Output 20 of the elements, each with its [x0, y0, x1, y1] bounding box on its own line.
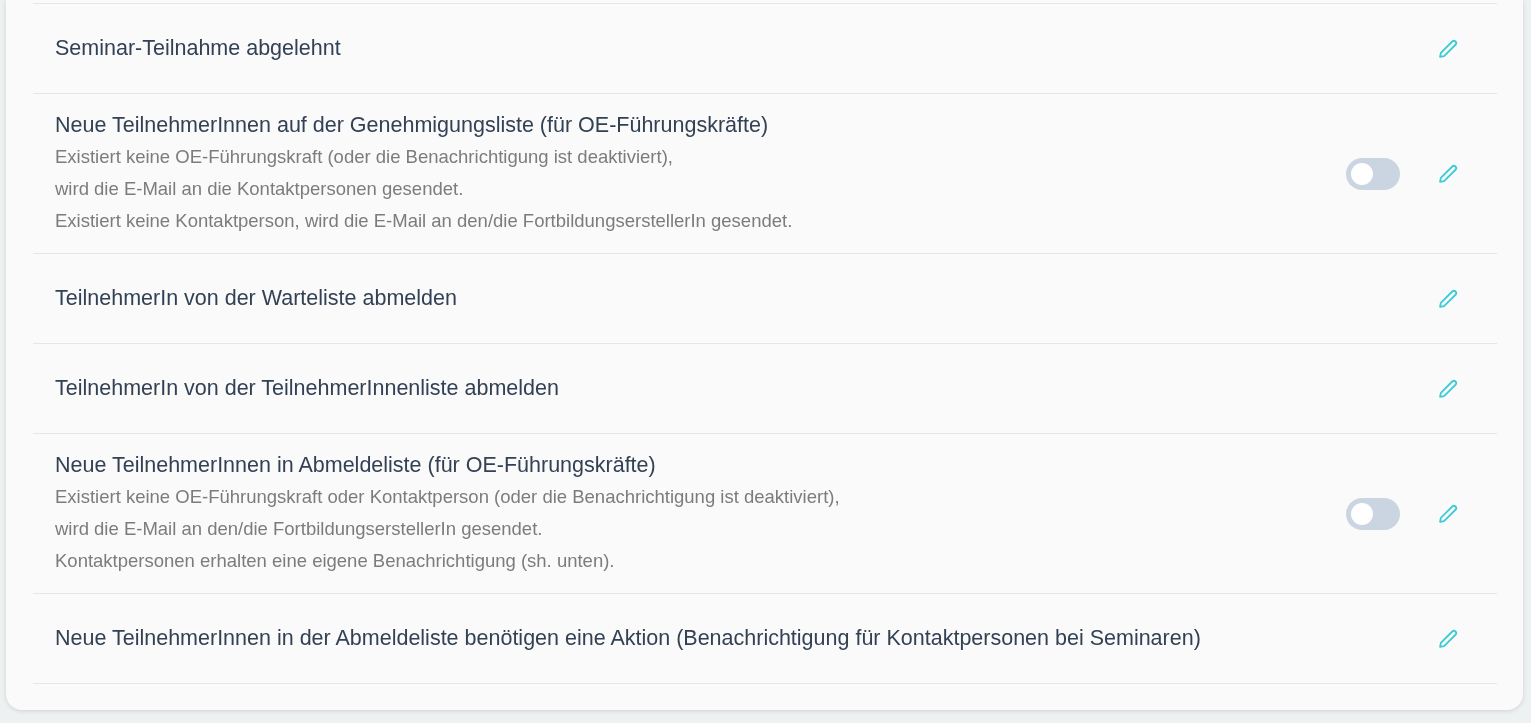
notification-description: Existiert keine OE-Führungskraft (oder die Benachrichtigung ist deaktiviert),: [55, 145, 674, 169]
notification-title: TeilnehmerIn von der Warteliste abmelden: [55, 285, 458, 312]
notification-description: wird die E-Mail an den/die FortbildungserstellerIn gesendet.: [55, 517, 544, 541]
notification-title: Seminar-Teilnahme abgelehnt: [55, 35, 342, 62]
notification-title: Neue TeilnehmerInnen in der Abmeldeliste benötigen eine Aktion (Benachrichtigung für Kontaktpersonen bei Seminaren): [55, 625, 1202, 652]
pencil-icon[interactable]: [1437, 287, 1460, 310]
notification-title: Neue TeilnehmerInnen in Abmeldeliste (für OE-Führungskräfte): [55, 452, 657, 479]
pencil-icon[interactable]: [1437, 162, 1460, 185]
notification-description: wird die E-Mail an die Kontaktpersonen gesendet.: [55, 177, 465, 201]
notification-description: Existiert keine OE-Führungskraft oder Kontaktperson (oder die Benachrichtigung ist deaktiviert),: [55, 485, 841, 509]
toggle-switch[interactable]: [1346, 497, 1400, 530]
notification-title: Neue TeilnehmerInnen auf der Genehmigungsliste (für OE-Führungskräfte): [55, 112, 770, 139]
pencil-icon[interactable]: [1437, 377, 1460, 400]
toggle-switch[interactable]: [1346, 157, 1400, 190]
notification-description: Existiert keine Kontaktperson, wird die E-Mail an den/die FortbildungserstellerIn gesendet.: [55, 209, 794, 233]
pencil-icon[interactable]: [1437, 627, 1460, 650]
pencil-icon[interactable]: [1437, 37, 1460, 60]
notification-description: Kontaktpersonen erhalten eine eigene Benachrichtigung (sh. unten).: [55, 549, 616, 573]
notification-title: TeilnehmerIn von der TeilnehmerInnenliste abmelden: [55, 375, 560, 402]
pencil-icon[interactable]: [1437, 502, 1460, 525]
